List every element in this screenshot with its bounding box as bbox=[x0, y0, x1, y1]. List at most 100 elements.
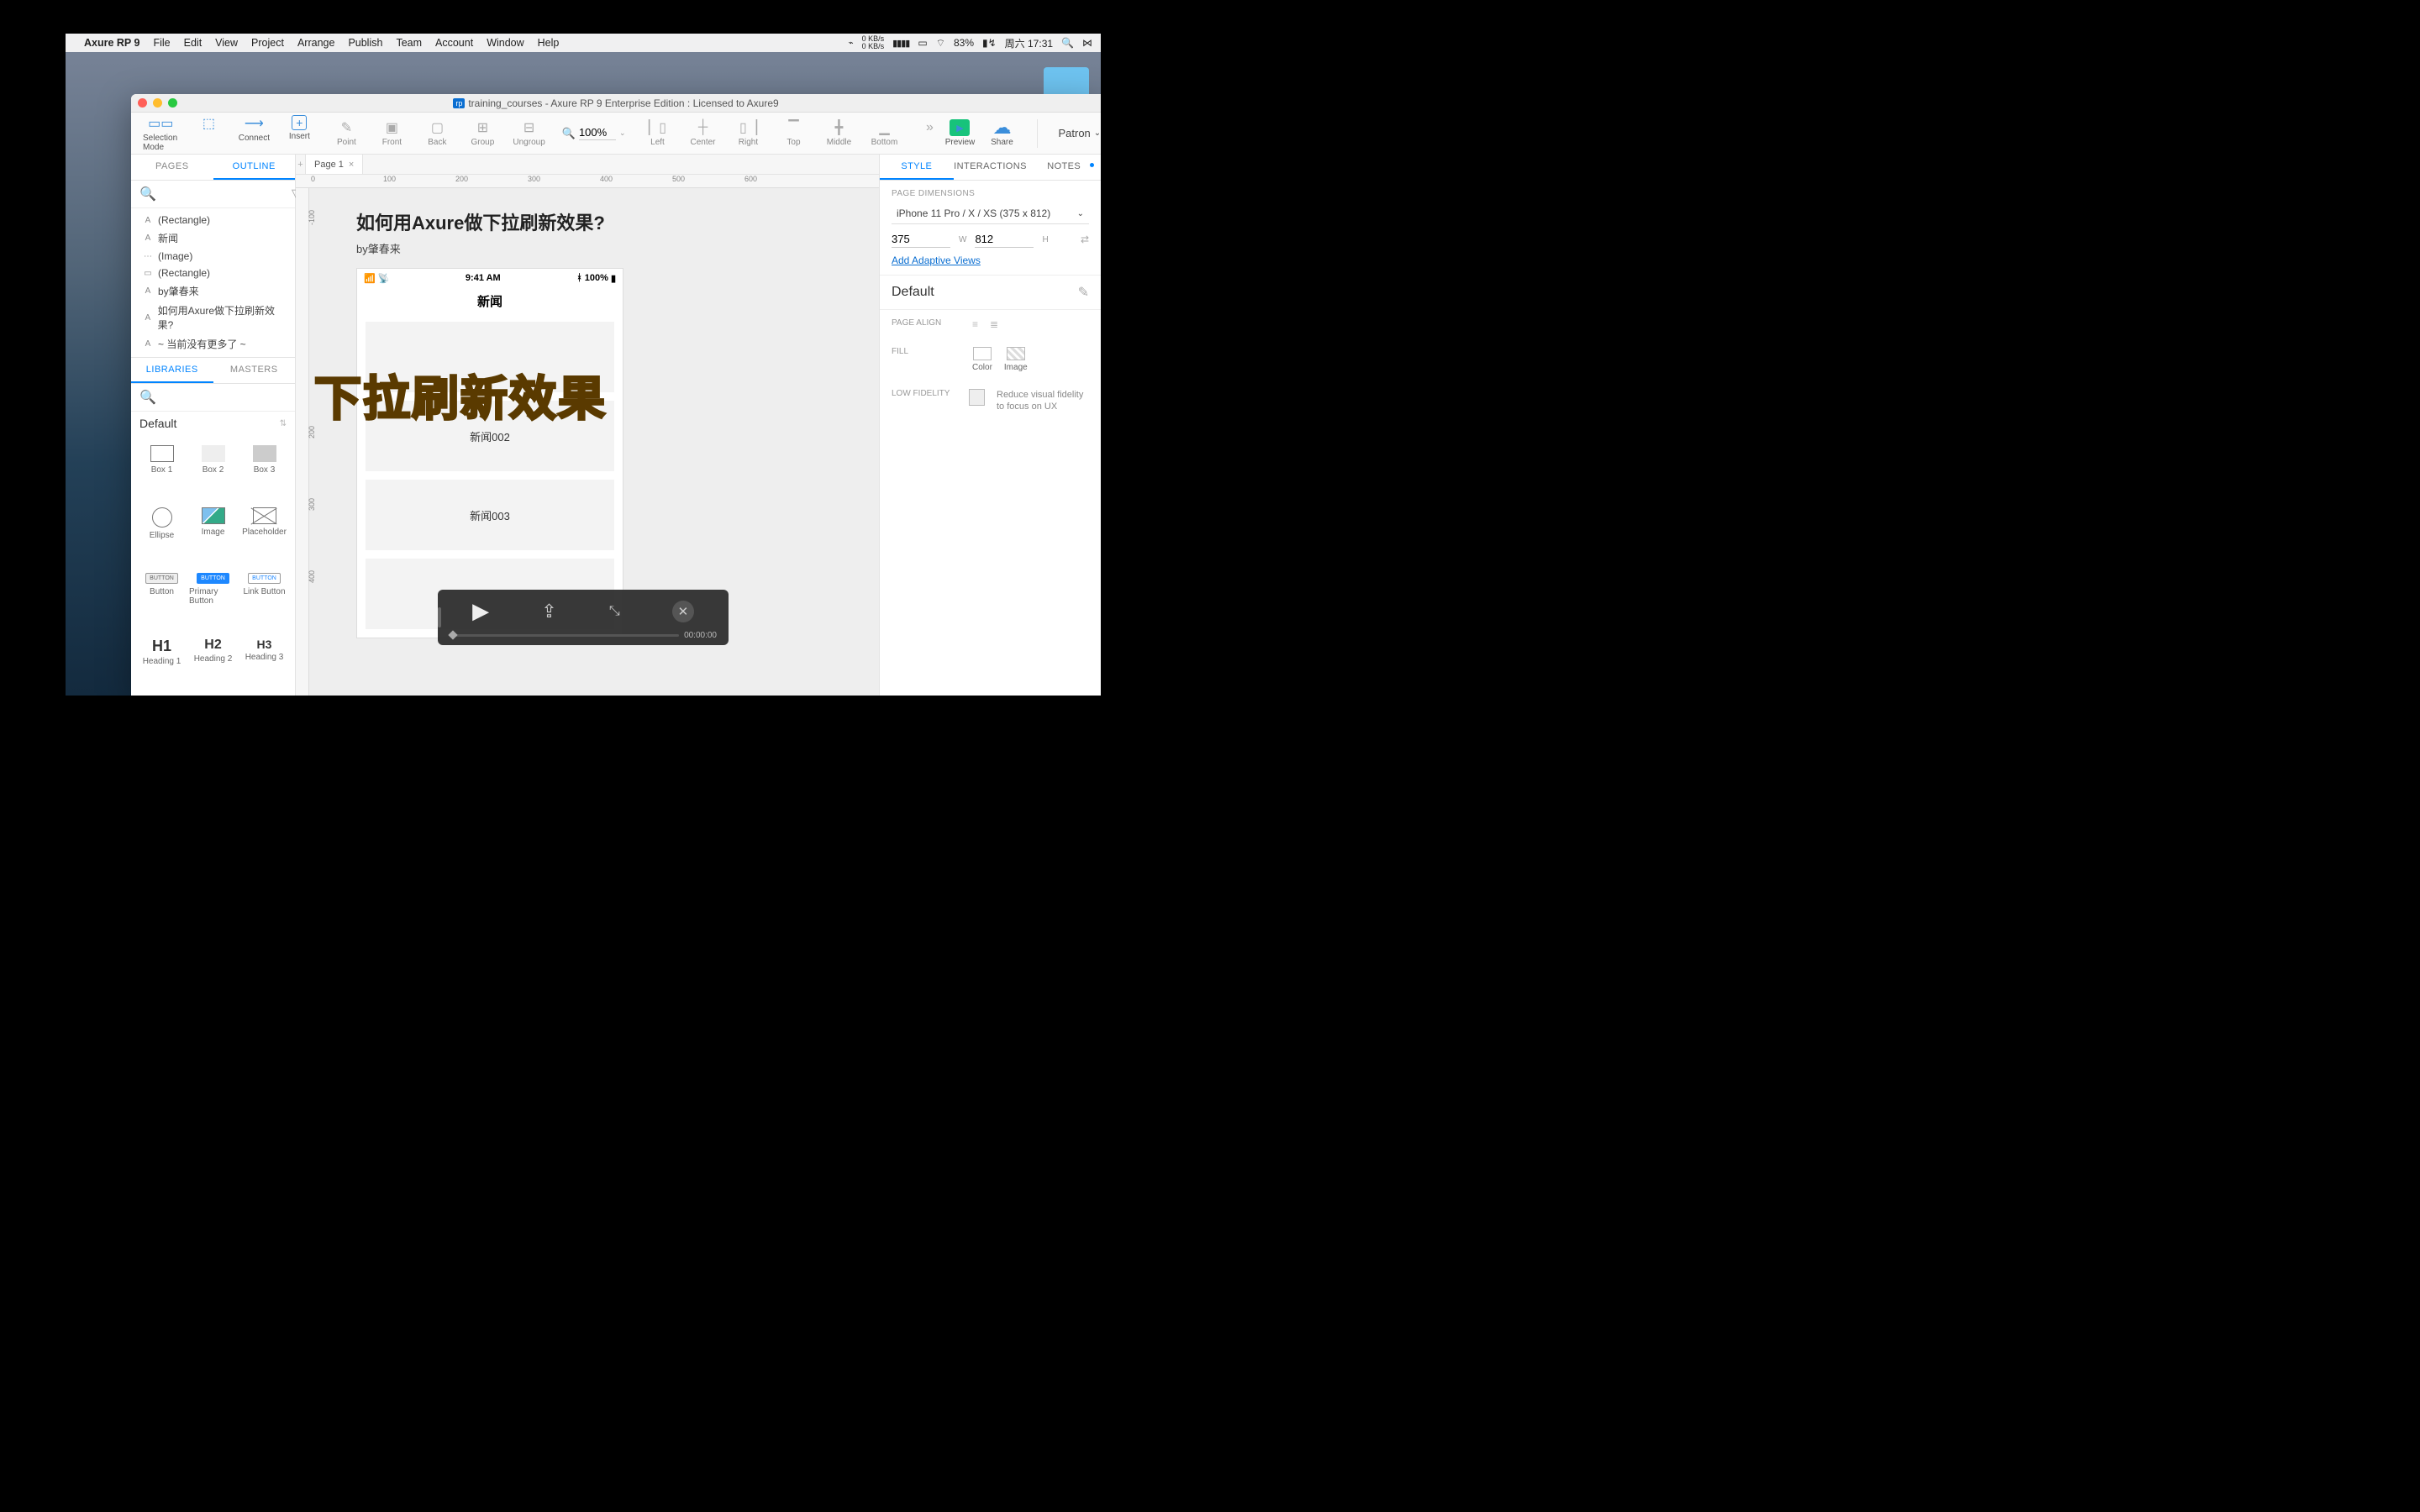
connect-button[interactable]: ⟶Connect bbox=[239, 115, 269, 143]
collapse-icon[interactable]: ⤡ bbox=[609, 604, 620, 619]
zoom-control[interactable]: 🔍 ⌄ bbox=[562, 126, 626, 140]
wifi-icon[interactable]: ⌔ bbox=[936, 37, 945, 50]
low-fidelity-desc: Reduce visual fidelity to focus on UX bbox=[997, 389, 1089, 413]
align-center-icon[interactable]: ≣ bbox=[990, 318, 998, 330]
outline-item[interactable]: A如何用Axure做下拉刷新效果? bbox=[131, 301, 295, 334]
progress-slider[interactable] bbox=[450, 634, 679, 637]
widget-primary-button[interactable]: BUTTONPrimary Button bbox=[187, 566, 239, 632]
menubar-extra-icon[interactable]: ⋈ bbox=[1082, 37, 1092, 49]
ungroup-button[interactable]: ⊟Ungroup bbox=[513, 119, 544, 147]
align-right-button[interactable]: ▯▕Right bbox=[733, 119, 763, 147]
menu-project[interactable]: Project bbox=[251, 37, 284, 49]
preview-button[interactable]: ▶Preview bbox=[944, 119, 975, 147]
outline-search-input[interactable] bbox=[161, 188, 292, 200]
playhead-icon[interactable] bbox=[448, 630, 457, 639]
phone-mockup[interactable]: 📶 📡 9:41 AM ᚼ100%▮ 新闻 新闻002 新闻003 bbox=[356, 268, 623, 638]
low-fidelity-icon[interactable] bbox=[969, 389, 985, 406]
menu-publish[interactable]: Publish bbox=[348, 37, 382, 49]
patron-menu[interactable]: Patron⌄ bbox=[1058, 127, 1101, 139]
outline-item[interactable]: Aby肇春来 bbox=[131, 281, 295, 301]
widget-ellipse[interactable]: Ellipse bbox=[136, 501, 187, 566]
width-input[interactable] bbox=[892, 231, 950, 248]
selection-mode-button[interactable]: ▭▭Selection Mode bbox=[143, 115, 178, 152]
news-card[interactable]: 新闻003 bbox=[366, 480, 614, 550]
widget-placeholder[interactable]: Placeholder bbox=[239, 501, 290, 566]
menu-file[interactable]: File bbox=[153, 37, 170, 49]
outline-item[interactable]: A(Rectangle) bbox=[131, 212, 295, 228]
menu-window[interactable]: Window bbox=[487, 37, 523, 49]
tab-notes[interactable]: NOTES bbox=[1027, 155, 1101, 180]
selection-contained-button[interactable]: ⬚ bbox=[193, 115, 224, 134]
menu-account[interactable]: Account bbox=[435, 37, 473, 49]
close-icon[interactable]: × bbox=[349, 160, 354, 170]
page-content: 如何用Axure做下拉刷新效果? by肇春来 📶 📡 9:41 AM ᚼ100%… bbox=[356, 208, 623, 638]
tab-pages[interactable]: PAGES bbox=[131, 155, 213, 180]
widget-h3[interactable]: H3Heading 3 bbox=[239, 631, 290, 692]
bluetooth-icon[interactable]: ⌁ bbox=[849, 39, 854, 48]
outline-item[interactable]: ▭(Rectangle) bbox=[131, 265, 295, 281]
outline-item[interactable]: A~ 当前没有更多了 ~ bbox=[131, 334, 295, 354]
edit-style-icon[interactable]: ✎ bbox=[1078, 284, 1089, 301]
menu-edit[interactable]: Edit bbox=[184, 37, 203, 49]
front-button[interactable]: ▣Front bbox=[376, 119, 407, 147]
bluetooth-icon: ᚼ bbox=[576, 273, 582, 283]
height-input[interactable] bbox=[975, 231, 1034, 248]
align-bottom-button[interactable]: ▁Bottom bbox=[869, 119, 899, 147]
widget-link-button[interactable]: BUTTONLink Button bbox=[239, 566, 290, 632]
close-button[interactable]: ✕ bbox=[672, 601, 694, 622]
outline-item[interactable]: ⋯(Image) bbox=[131, 248, 295, 265]
chevron-down-icon: ⌄ bbox=[1094, 129, 1101, 138]
back-button[interactable]: ▢Back bbox=[422, 119, 452, 147]
tab-outline[interactable]: OUTLINE bbox=[213, 155, 296, 180]
widget-box2[interactable]: Box 2 bbox=[187, 438, 239, 501]
widget-image[interactable]: Image bbox=[187, 501, 239, 566]
drag-handle[interactable] bbox=[438, 607, 441, 627]
menu-team[interactable]: Team bbox=[396, 37, 422, 49]
prototype-headline[interactable]: 如何用Axure做下拉刷新效果? bbox=[356, 208, 623, 235]
widget-box1[interactable]: Box 1 bbox=[136, 438, 187, 501]
tab-style[interactable]: STYLE bbox=[880, 155, 954, 180]
widget-button[interactable]: BUTTONButton bbox=[136, 566, 187, 632]
fill-image-option[interactable]: Image bbox=[1004, 347, 1028, 372]
align-middle-button[interactable]: ╋Middle bbox=[823, 119, 854, 147]
point-button[interactable]: ✎Point bbox=[331, 119, 361, 147]
tab-masters[interactable]: MASTERS bbox=[213, 358, 296, 383]
tab-interactions[interactable]: INTERACTIONS bbox=[954, 155, 1028, 180]
display-icon[interactable]: ▭ bbox=[918, 37, 927, 49]
library-section-default[interactable]: Default ⇅ bbox=[131, 412, 295, 435]
widget-h1[interactable]: H1Heading 1 bbox=[136, 631, 187, 692]
clock[interactable]: 周六 17:31 bbox=[1005, 36, 1053, 50]
widget-box3[interactable]: Box 3 bbox=[239, 438, 290, 501]
menu-arrange[interactable]: Arrange bbox=[297, 37, 334, 49]
zoom-input[interactable] bbox=[579, 126, 616, 140]
align-left-icon[interactable]: ≡ bbox=[972, 318, 978, 330]
page-tab[interactable]: Page 1× bbox=[306, 155, 363, 174]
add-adaptive-views-link[interactable]: Add Adaptive Views bbox=[880, 255, 1101, 275]
menubar-app-name[interactable]: Axure RP 9 bbox=[84, 37, 139, 49]
group-button[interactable]: ⊞Group bbox=[467, 119, 497, 147]
align-top-button[interactable]: ▔Top bbox=[778, 119, 808, 147]
outline-item[interactable]: A新闻 bbox=[131, 228, 295, 248]
news-card[interactable] bbox=[366, 322, 614, 392]
align-center-button[interactable]: ┼Center bbox=[687, 119, 718, 147]
toolbar-more-button[interactable]: » bbox=[914, 119, 944, 136]
page-tab-add-left-icon[interactable]: + bbox=[296, 155, 306, 174]
spotlight-icon[interactable]: 🔍 bbox=[1061, 37, 1074, 49]
menu-help[interactable]: Help bbox=[538, 37, 560, 49]
menu-view[interactable]: View bbox=[215, 37, 238, 49]
widget-h2[interactable]: H2Heading 2 bbox=[187, 631, 239, 692]
device-preset-select[interactable]: iPhone 11 Pro / X / XS (375 x 812)⌄ bbox=[892, 203, 1089, 224]
horizontal-ruler: 0100200300400500600 bbox=[296, 175, 879, 188]
fill-color-option[interactable]: Color bbox=[972, 347, 992, 372]
insert-button[interactable]: +Insert bbox=[284, 115, 314, 141]
play-button[interactable]: ▶ bbox=[472, 598, 489, 624]
share-icon[interactable]: ⇪ bbox=[541, 601, 556, 622]
orientation-icon[interactable]: ⇄ bbox=[1081, 234, 1089, 245]
share-button[interactable]: ☁Share bbox=[986, 119, 1017, 147]
tab-libraries[interactable]: LIBRARIES bbox=[131, 358, 213, 383]
align-left-button[interactable]: ▏▯Left bbox=[642, 119, 672, 147]
news-card[interactable]: 新闻002 bbox=[366, 401, 614, 471]
prototype-byline[interactable]: by肇春来 bbox=[356, 240, 623, 256]
chevron-down-icon[interactable]: ⌄ bbox=[619, 129, 626, 138]
library-search-input[interactable] bbox=[161, 391, 292, 403]
